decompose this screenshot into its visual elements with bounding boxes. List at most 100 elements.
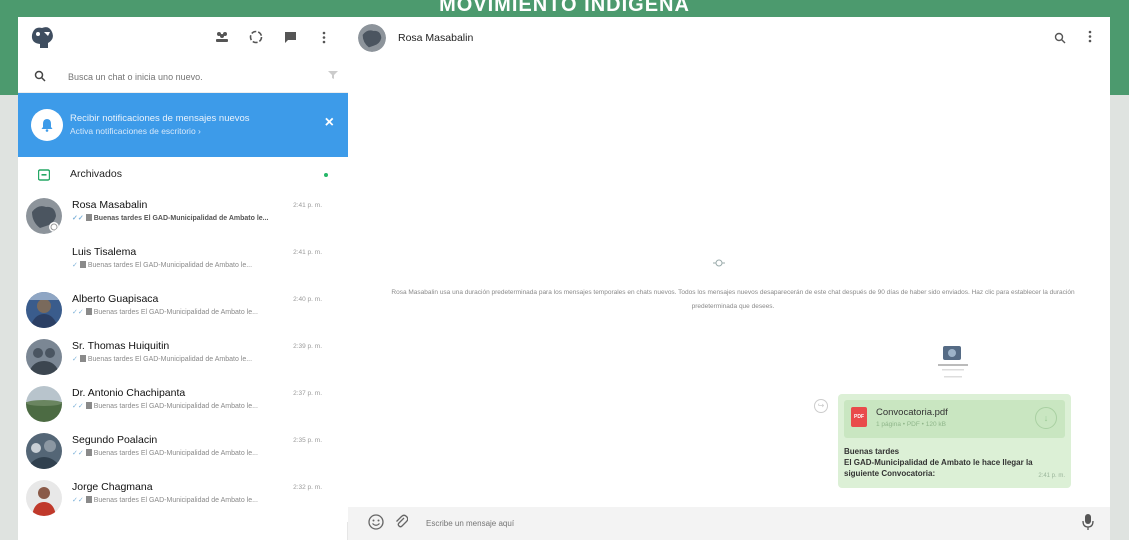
chat-preview: ✓✓ Buenas tardes El GAD-Municipalidad de … [72,496,324,504]
double-check-icon: ✓✓ [72,497,84,504]
document-icon [79,355,86,362]
search-bar [18,61,348,93]
chat-preview: ✓✓ Buenas tardes El GAD-Municipalidad de … [72,449,324,457]
contact-name[interactable]: Rosa Masabalin [398,32,473,44]
chat-preview: ✓✓ Buenas tardes El GAD-Municipalidad de … [72,214,324,222]
chat-preview-text: Buenas tardes El GAD-Municipalidad de Am… [93,215,269,222]
chat-name: Segundo Poalacin [72,434,158,446]
pdf-icon: PDF [851,407,867,427]
document-preview-thumbnail[interactable] [928,346,978,386]
chat-item-thomas-huiquitin[interactable]: Sr. Thomas Huiquitin 2:39 p. m. ✓ Buenas … [18,334,348,381]
document-icon [85,449,92,456]
attach-icon[interactable] [394,513,409,532]
double-check-icon: ✓✓ [72,450,84,457]
message-line-body: El GAD-Municipalidad de Ambato le hace l… [844,458,1033,478]
chat-preview-text: Buenas tardes El GAD-Municipalidad de Am… [93,497,258,504]
forward-icon[interactable]: ↪ [814,399,828,413]
chat-name: Luis Tisalema [72,246,137,258]
conversation-header[interactable]: Rosa Masabalin [348,17,1110,61]
chat-preview-text: Buenas tardes El GAD-Municipalidad de Am… [93,450,258,457]
filter-icon[interactable] [328,71,338,81]
outgoing-message[interactable]: ↪ PDF Convocatoria.pdf 1 página • PDF • … [814,394,1071,488]
notification-banner[interactable]: Recibir notificaciones de mensajes nuevo… [18,93,348,157]
chat-name: Sr. Thomas Huiquitin [72,340,170,352]
conversation-panel: Rosa Masabalin Rosa Masabalin usa una du… [348,17,1110,540]
avatar [26,198,62,234]
chat-time: 2:39 p. m. [293,343,322,350]
chat-name: Jorge Chagmana [72,481,153,493]
sidebar-header [18,17,348,61]
check-icon: ✓ [72,262,78,269]
chat-item-alberto-guapisaca[interactable]: Alberto Guapisaca 2:40 p. m. ✓✓ Buenas ta… [18,287,348,334]
notification-title: Recibir notificaciones de mensajes nuevo… [70,113,250,124]
microphone-icon[interactable] [1082,513,1094,531]
chat-name: Dr. Antonio Chachipanta [72,387,186,399]
avatar [26,292,62,328]
avatar [26,245,62,281]
chat-name: Alberto Guapisaca [72,293,159,305]
file-attachment[interactable]: PDF Convocatoria.pdf 1 página • PDF • 12… [844,400,1065,438]
avatar [26,386,62,422]
chat-preview: ✓✓ Buenas tardes El GAD-Municipalidad de … [72,402,324,410]
archived-unread-dot [324,173,328,177]
double-check-icon: ✓✓ [72,403,84,410]
document-title: MOVIMIENTO INDÍGENA [439,0,690,16]
archive-icon [38,169,50,181]
chat-preview: ✓✓ Buenas tardes El GAD-Municipalidad de … [72,308,324,316]
disappearing-messages-notice[interactable]: Rosa Masabalin usa una duración predeter… [388,286,1078,314]
chat-list: Rosa Masabalin 2:41 p. m. ✓✓ Buenas tarde… [18,193,348,522]
message-input[interactable] [426,513,1046,533]
message-area: Rosa Masabalin usa una duración predeter… [348,61,1110,507]
my-profile-avatar[interactable] [28,23,56,51]
avatar [26,433,62,469]
chat-preview: ✓ Buenas tardes El GAD-Municipalidad de A… [72,355,324,363]
chat-name: Rosa Masabalin [72,199,148,211]
download-icon[interactable]: ↓ [1035,407,1057,429]
avatar [26,339,62,375]
bell-icon [31,109,63,141]
chat-item-jorge-chagmana[interactable]: Jorge Chagmana 2:32 p. m. ✓✓ Buenas tarde… [18,475,348,522]
chat-item-segundo-poalacin[interactable]: Segundo Poalacin 2:35 p. m. ✓✓ Buenas tar… [18,428,348,475]
search-icon[interactable] [1054,32,1066,44]
new-chat-icon[interactable] [282,29,298,45]
archived-row[interactable]: Archivados [18,157,348,193]
menu-kebab-icon[interactable] [316,29,332,45]
chat-time: 2:41 p. m. [293,249,322,256]
message-composer [348,507,1110,540]
check-icon: ✓ [72,356,78,363]
whatsapp-web-window: Recibir notificaciones de mensajes nuevo… [18,17,1110,540]
document-icon [85,214,92,221]
sidebar: Recibir notificaciones de mensajes nuevo… [18,17,348,540]
file-meta: 1 página • PDF • 120 kB [876,421,946,428]
chat-item-rosa-masabalin[interactable]: Rosa Masabalin 2:41 p. m. ✓✓ Buenas tarde… [18,193,348,240]
message-line-greeting: Buenas tardes [844,447,900,456]
chat-preview: ✓ Buenas tardes El GAD-Municipalidad de A… [72,261,324,269]
document-icon [85,308,92,315]
search-icon [34,70,46,82]
menu-kebab-icon[interactable] [1088,30,1092,46]
notification-enable-link[interactable]: Activa notificaciones de escritorio › [70,126,201,136]
avatar [26,480,62,516]
chat-item-luis-tisalema[interactable]: Luis Tisalema 2:41 p. m. ✓ Buenas tardes … [18,240,348,287]
archived-label: Archivados [70,168,122,180]
emoji-icon[interactable] [368,514,384,530]
chat-item-antonio-chachipanta[interactable]: Dr. Antonio Chachipanta 2:37 p. m. ✓✓ Bue… [18,381,348,428]
chat-preview-text: Buenas tardes El GAD-Municipalidad de Am… [93,403,258,410]
chat-time: 2:32 p. m. [293,484,322,491]
chat-time: 2:35 p. m. [293,437,322,444]
close-icon[interactable]: × [325,115,334,131]
chat-preview-text: Buenas tardes El GAD-Municipalidad de Am… [87,262,253,269]
chat-time: 2:40 p. m. [293,296,322,303]
double-check-icon: ✓✓ [72,215,84,222]
chat-time: 2:41 p. m. [293,202,322,209]
contact-avatar[interactable] [358,24,386,52]
search-input[interactable] [68,69,318,85]
chat-preview-text: Buenas tardes El GAD-Municipalidad de Am… [87,356,253,363]
file-name: Convocatoria.pdf [876,407,948,418]
document-icon [79,261,86,268]
communities-icon[interactable] [214,29,230,45]
document-icon [85,496,92,503]
message-text: Buenas tardes El GAD-Municipalidad de Am… [844,446,1064,479]
chat-time: 2:37 p. m. [293,390,322,397]
status-icon[interactable] [248,29,264,45]
